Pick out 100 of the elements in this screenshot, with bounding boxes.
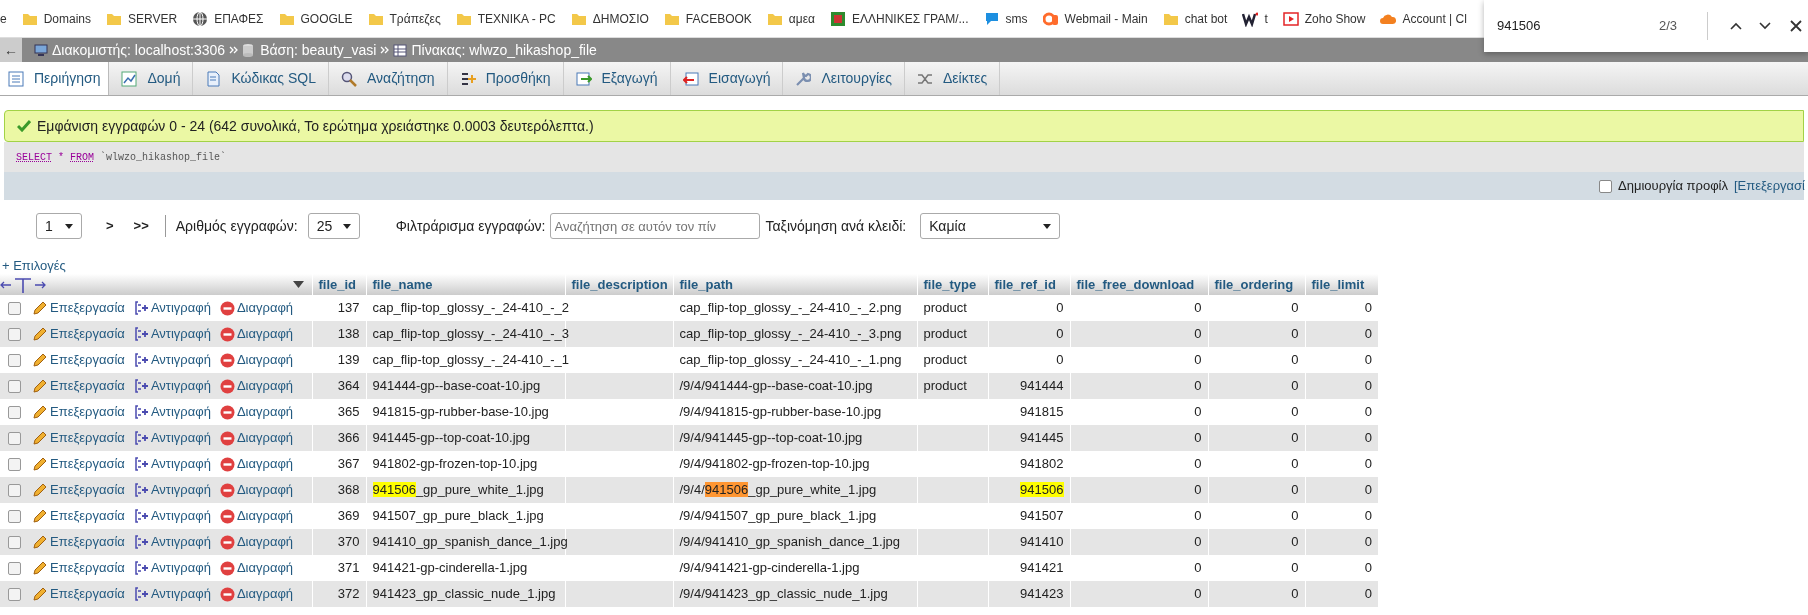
- back-button[interactable]: ←: [0, 38, 22, 62]
- copy-link[interactable]: Αντιγραφή: [134, 350, 211, 370]
- edit-link[interactable]: Επεξεργασία: [32, 532, 125, 552]
- tab[interactable]: Προσθήκη: [447, 62, 564, 95]
- copy-link[interactable]: Αντιγραφή: [134, 402, 211, 422]
- tab[interactable]: Περιήγηση: [0, 62, 110, 95]
- tab[interactable]: Εισαγωγή: [670, 62, 784, 95]
- checkbox[interactable]: [7, 458, 21, 472]
- delete-link[interactable]: Διαγραφή: [219, 480, 294, 500]
- copy-link[interactable]: Αντιγραφή: [134, 558, 211, 578]
- breadcrumb-link[interactable]: Διακομιστής: localhost:3306: [52, 39, 226, 61]
- copy-link[interactable]: Αντιγραφή: [134, 298, 211, 318]
- checkbox[interactable]: [7, 536, 21, 550]
- copy-link[interactable]: Αντιγραφή: [134, 428, 211, 448]
- tab[interactable]: Δείκτες: [905, 62, 1001, 95]
- tab[interactable]: Εξαγωγή: [563, 62, 671, 95]
- edit-link[interactable]: Επεξεργασία: [32, 454, 125, 474]
- delete-link[interactable]: Διαγραφή: [219, 532, 294, 552]
- checkbox[interactable]: [7, 562, 21, 576]
- delete-link[interactable]: Διαγραφή: [219, 558, 294, 578]
- edit-link[interactable]: Επεξεργασία: [32, 584, 125, 604]
- bookmark-link[interactable]: ΤΕΧΝΙΚΑ - PC: [477, 9, 556, 28]
- column-header[interactable]: file_limit: [1311, 276, 1365, 292]
- copy-link[interactable]: Αντιγραφή: [134, 480, 211, 500]
- bookmark-link[interactable]: Webmail - Main: [1064, 9, 1148, 28]
- bookmark-link[interactable]: chat bot: [1184, 9, 1228, 28]
- checkbox[interactable]: [7, 406, 21, 420]
- checkbox[interactable]: [7, 484, 21, 498]
- copy-link[interactable]: Αντιγραφή: [134, 506, 211, 526]
- edit-link[interactable]: Επεξεργασία: [32, 428, 125, 448]
- delete-link[interactable]: Διαγραφή: [219, 584, 294, 604]
- copy-link[interactable]: Αντιγραφή: [134, 324, 211, 344]
- copy-link[interactable]: Αντιγραφή: [134, 376, 211, 396]
- next-button[interactable]: >: [102, 216, 118, 236]
- edit-link[interactable]: Επεξεργασία: [32, 402, 125, 422]
- checkbox[interactable]: [7, 588, 21, 602]
- edit-link[interactable]: [Επεξεργασί: [1734, 176, 1805, 196]
- checkbox[interactable]: [7, 302, 21, 316]
- find-field[interactable]: 941506: [1497, 16, 1647, 36]
- copy-link[interactable]: Αντιγραφή: [134, 532, 211, 552]
- edit-link[interactable]: Επεξεργασία: [32, 298, 125, 318]
- filter-field[interactable]: Αναζήτηση σε αυτόν τον πίν: [549, 213, 760, 239]
- bookmark-link[interactable]: ΕΠΑΦΕΣ: [214, 9, 264, 28]
- edit-link[interactable]: Επεξεργασία: [32, 324, 125, 344]
- column-resize-icon[interactable]: [0, 276, 46, 293]
- copy-link[interactable]: Αντιγραφή: [134, 454, 211, 474]
- delete-link[interactable]: Διαγραφή: [219, 324, 294, 344]
- bookmark-link[interactable]: GOOGLE: [300, 9, 353, 28]
- checkbox[interactable]: [1599, 179, 1613, 193]
- copy-link[interactable]: Αντιγραφή: [134, 584, 211, 604]
- tab[interactable]: Δομή: [109, 62, 194, 95]
- column-header[interactable]: file_path: [679, 276, 733, 292]
- column-header[interactable]: file_name: [372, 276, 433, 292]
- column-header[interactable]: file_ref_id: [994, 276, 1056, 292]
- column-header[interactable]: file_ordering: [1214, 276, 1294, 292]
- sort-select[interactable]: Καμία: [920, 213, 1061, 239]
- checkbox[interactable]: [7, 354, 21, 368]
- bookmark-link[interactable]: SERVER: [128, 9, 178, 28]
- bookmark-link[interactable]: sms: [1005, 9, 1028, 28]
- delete-link[interactable]: Διαγραφή: [219, 428, 294, 448]
- column-header[interactable]: file_description: [571, 276, 668, 292]
- breadcrumb-link[interactable]: Πίνακας: wlwzo_hikashop_file: [411, 39, 597, 61]
- delete-link[interactable]: Διαγραφή: [219, 402, 294, 422]
- bookmark-link[interactable]: ΕΛΛΗΝΙΚΕΣ ΓΡΑΜ/...: [852, 9, 969, 28]
- edit-link[interactable]: Επεξεργασία: [32, 558, 125, 578]
- checkbox[interactable]: [7, 380, 21, 394]
- delete-link[interactable]: Διαγραφή: [219, 376, 294, 396]
- tab[interactable]: Λειτουργίες: [783, 62, 905, 95]
- tab[interactable]: Κώδικας SQL: [193, 62, 329, 95]
- edit-link[interactable]: Επεξεργασία: [32, 376, 125, 396]
- edit-link[interactable]: Επεξεργασία: [32, 350, 125, 370]
- bookmark-link[interactable]: FACEBOOK: [685, 9, 752, 28]
- edit-link[interactable]: Επεξεργασία: [32, 506, 125, 526]
- bookmark-link[interactable]: t: [1264, 9, 1268, 28]
- down-chevron-icon[interactable]: [1759, 22, 1771, 30]
- bookmark-link[interactable]: Domains: [43, 9, 92, 28]
- column-header[interactable]: file_id: [318, 276, 357, 292]
- bookmark-link[interactable]: αμεα: [788, 9, 815, 28]
- last-button[interactable]: >>: [129, 216, 153, 236]
- close-icon[interactable]: [1790, 20, 1802, 32]
- tab[interactable]: Αναζήτηση: [329, 62, 448, 95]
- options-link[interactable]: + Επιλογές: [0, 258, 1808, 274]
- bookmark-link[interactable]: e: [0, 9, 7, 28]
- bookmark-link[interactable]: Account | Cl: [1402, 9, 1467, 28]
- bookmark-link[interactable]: Τράπεζες: [389, 9, 441, 28]
- edit-link[interactable]: Επεξεργασία: [32, 480, 125, 500]
- delete-link[interactable]: Διαγραφή: [219, 350, 294, 370]
- up-chevron-icon[interactable]: [1730, 22, 1742, 30]
- delete-link[interactable]: Διαγραφή: [219, 298, 294, 318]
- bookmark-link[interactable]: Zoho Show: [1304, 9, 1366, 28]
- rows-select[interactable]: 25: [307, 213, 360, 239]
- checkbox[interactable]: [7, 432, 21, 446]
- delete-link[interactable]: Διαγραφή: [219, 506, 294, 526]
- column-header[interactable]: file_type: [923, 276, 977, 292]
- dropdown-caret-icon[interactable]: [292, 281, 304, 288]
- bookmark-link[interactable]: ΔΗΜΟΣΙΟ: [592, 9, 649, 28]
- delete-link[interactable]: Διαγραφή: [219, 454, 294, 474]
- column-header[interactable]: file_free_download: [1076, 276, 1195, 292]
- checkbox[interactable]: [7, 510, 21, 524]
- breadcrumb-link[interactable]: Βάση: beauty_vasi: [260, 39, 377, 61]
